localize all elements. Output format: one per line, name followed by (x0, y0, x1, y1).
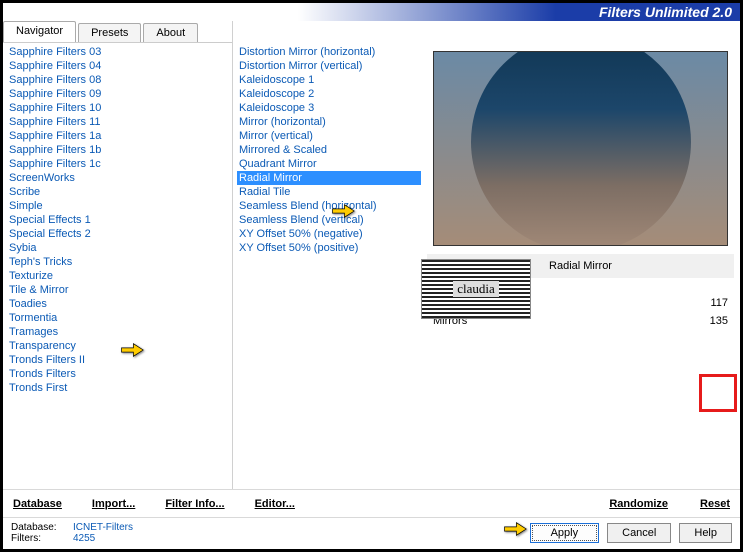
titlebar: Filters Unlimited 2.0 (3, 3, 740, 21)
status-bar: Database: ICNET-Filters Filters: 4255 Ap… (3, 517, 740, 547)
category-item[interactable]: Simple (7, 199, 232, 213)
link-reset[interactable]: Reset (700, 498, 730, 510)
filter-item[interactable]: Mirror (vertical) (237, 129, 421, 143)
filter-item[interactable]: Distortion Mirror (horizontal) (237, 45, 421, 59)
main-content: Navigator Presets About Sapphire Filters… (3, 21, 740, 489)
category-item[interactable]: Scribe (7, 185, 232, 199)
status-left: Database: ICNET-Filters Filters: 4255 (11, 522, 133, 544)
left-column: Navigator Presets About Sapphire Filters… (3, 21, 233, 489)
link-database[interactable]: Database (13, 498, 62, 510)
link-randomize[interactable]: Randomize (609, 498, 668, 510)
tab-strip: Navigator Presets About (3, 21, 232, 43)
category-item[interactable]: Sapphire Filters 04 (7, 59, 232, 73)
filter-item[interactable]: XY Offset 50% (positive) (237, 241, 421, 255)
category-item[interactable]: Tile & Mirror (7, 283, 232, 297)
help-button[interactable]: Help (679, 523, 732, 543)
apply-button[interactable]: Apply (530, 523, 600, 543)
filter-item[interactable]: Quadrant Mirror (237, 157, 421, 171)
filter-item[interactable]: Kaleidoscope 1 (237, 73, 421, 87)
category-item[interactable]: Sapphire Filters 08 (7, 73, 232, 87)
category-item[interactable]: Texturize (7, 269, 232, 283)
filter-item[interactable]: Radial Mirror (237, 171, 421, 185)
right-column: Radial Mirror Rotation 117 Mirrors 135 (421, 21, 740, 489)
filter-list[interactable]: Distortion Mirror (horizontal)Distortion… (233, 43, 421, 489)
status-db-label: Database: (11, 522, 69, 533)
link-filter-info[interactable]: Filter Info... (165, 498, 224, 510)
category-item[interactable]: Special Effects 2 (7, 227, 232, 241)
link-editor[interactable]: Editor... (255, 498, 295, 510)
current-filter-name: Radial Mirror (549, 260, 612, 272)
category-item[interactable]: Tormentia (7, 311, 232, 325)
category-item[interactable]: Tramages (7, 325, 232, 339)
category-item[interactable]: Sapphire Filters 1a (7, 129, 232, 143)
category-item[interactable]: Tronds First (7, 381, 232, 395)
status-filters-label: Filters: (11, 533, 69, 544)
watermark-text: claudia (453, 281, 499, 297)
slider-mirrors-value: 135 (698, 315, 728, 327)
link-import[interactable]: Import... (92, 498, 135, 510)
category-item[interactable]: Sapphire Filters 1c (7, 157, 232, 171)
tab-navigator[interactable]: Navigator (3, 21, 76, 42)
filter-item[interactable]: Seamless Blend (horizontal) (237, 199, 421, 213)
category-item[interactable]: Special Effects 1 (7, 213, 232, 227)
tab-about[interactable]: About (143, 23, 198, 42)
app-window: Filters Unlimited 2.0 Navigator Presets … (2, 2, 741, 550)
category-item[interactable]: Teph's Tricks (7, 255, 232, 269)
filter-item[interactable]: Mirrored & Scaled (237, 143, 421, 157)
filter-item[interactable]: Kaleidoscope 2 (237, 87, 421, 101)
filter-item[interactable]: Radial Tile (237, 185, 421, 199)
status-db-value: ICNET-Filters (73, 522, 133, 533)
app-title: Filters Unlimited 2.0 (599, 4, 732, 20)
status-buttons: Apply Cancel Help (530, 523, 732, 543)
tab-presets[interactable]: Presets (78, 23, 141, 42)
preview-image (434, 52, 727, 245)
filter-item[interactable]: XY Offset 50% (negative) (237, 227, 421, 241)
link-button-row: Database Import... Filter Info... Editor… (3, 489, 740, 517)
category-item[interactable]: ScreenWorks (7, 171, 232, 185)
slider-rotation-value: 117 (698, 297, 728, 309)
category-item[interactable]: Sapphire Filters 09 (7, 87, 232, 101)
category-item[interactable]: Toadies (7, 297, 232, 311)
filter-item[interactable]: Distortion Mirror (vertical) (237, 59, 421, 73)
category-item[interactable]: Sapphire Filters 11 (7, 115, 232, 129)
filter-item[interactable]: Seamless Blend (vertical) (237, 213, 421, 227)
category-item[interactable]: Tronds Filters II (7, 353, 232, 367)
cancel-button[interactable]: Cancel (607, 523, 671, 543)
category-item[interactable]: Sapphire Filters 1b (7, 143, 232, 157)
category-item[interactable]: Sybia (7, 241, 232, 255)
preview-box (433, 51, 728, 246)
category-item[interactable]: Tronds Filters (7, 367, 232, 381)
category-item[interactable]: Sapphire Filters 03 (7, 45, 232, 59)
category-list[interactable]: Sapphire Filters 03Sapphire Filters 04Sa… (3, 43, 232, 489)
category-item[interactable]: Sapphire Filters 10 (7, 101, 232, 115)
preview-radial-shape (471, 51, 691, 246)
watermark-badge: claudia (421, 259, 531, 319)
category-item[interactable]: Transparency (7, 339, 232, 353)
filter-item[interactable]: Kaleidoscope 3 (237, 101, 421, 115)
middle-column: Distortion Mirror (horizontal)Distortion… (233, 21, 421, 489)
filter-item[interactable]: Mirror (horizontal) (237, 115, 421, 129)
status-filters-value: 4255 (73, 533, 95, 544)
